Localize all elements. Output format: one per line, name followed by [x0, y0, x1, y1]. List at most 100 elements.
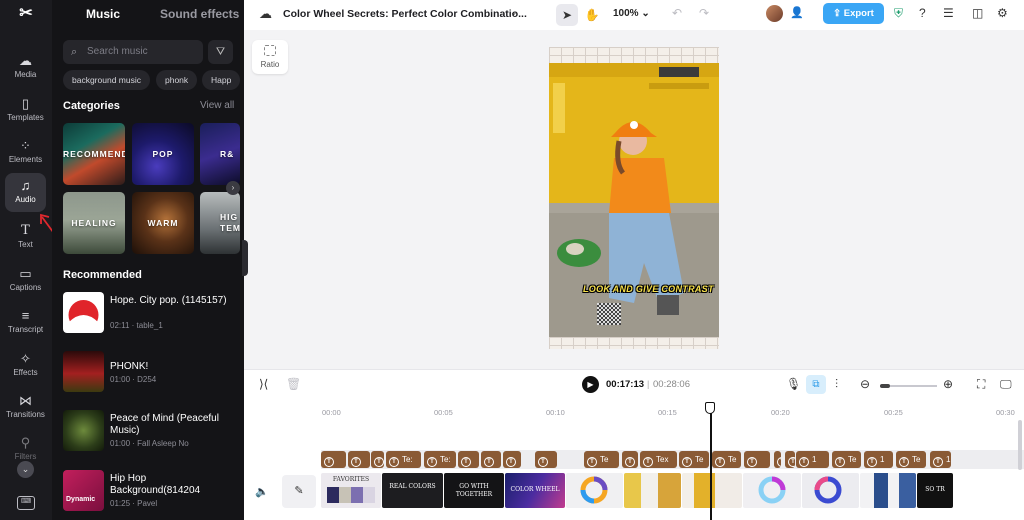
play-button[interactable]: ▶ — [582, 376, 599, 393]
select-pointer-icon[interactable]: ➤ — [556, 4, 578, 26]
avatar[interactable] — [766, 5, 783, 22]
split-view-icon[interactable]: ⫶ — [835, 377, 838, 392]
edit-cover-button[interactable]: ✎ — [282, 475, 316, 508]
tab-music[interactable]: Music — [86, 7, 120, 21]
fullscreen-icon[interactable]: ⛶ — [977, 377, 985, 392]
rail-more-chevron-icon[interactable]: ⌄ — [17, 461, 34, 478]
chip-phonk[interactable]: phonk — [156, 70, 198, 90]
ai-tool-icon[interactable]: ⧉ — [806, 375, 826, 394]
rail-item-media[interactable]: ☁ Media — [5, 48, 46, 88]
playhead[interactable] — [710, 403, 712, 520]
text-clip[interactable]: T Te — [712, 451, 741, 468]
text-clip[interactable]: T Te — [832, 451, 861, 468]
capcut-logo-icon[interactable]: ✂ — [16, 5, 36, 23]
video-clip[interactable] — [624, 473, 681, 508]
search-input[interactable]: ⌕ Search music — [63, 40, 203, 64]
categories-next-chevron-icon[interactable]: › — [226, 181, 240, 195]
video-clip[interactable]: COLOR WHEEL — [505, 473, 565, 508]
stack-icon[interactable]: ☰ — [943, 6, 954, 20]
text-clip[interactable]: T Te: — [386, 451, 421, 468]
video-clip[interactable]: FAVORITES — [321, 473, 381, 508]
timeline[interactable]: 00:00 00:05 00:10 00:15 00:20 00:25 00:3… — [244, 399, 1024, 520]
video-clip[interactable]: REAL COLORS — [382, 473, 443, 508]
category-healing[interactable]: HEALING — [63, 192, 125, 254]
category-high-tempo[interactable]: HIG TEM — [200, 192, 240, 254]
list-item[interactable]: PHONK! 01:00 · D254 — [63, 351, 243, 393]
tab-sound-effects[interactable]: Sound effects — [160, 7, 239, 21]
panel-collapse-handle[interactable] — [242, 240, 248, 276]
text-clip[interactable]: T — [321, 451, 346, 468]
text-clip[interactable]: T Te — [584, 451, 619, 468]
rail-item-transcript[interactable]: ≡ Transcript — [5, 303, 46, 343]
undo-icon[interactable]: ↶ — [672, 6, 682, 20]
rail-item-transitions[interactable]: ⋈ Transitions — [5, 388, 46, 428]
layout-icon[interactable]: ◫ — [972, 6, 983, 20]
view-all-link[interactable]: View all — [200, 100, 234, 111]
export-button[interactable]: ⇪ Export — [823, 3, 884, 24]
rail-item-effects[interactable]: ✧ Effects — [5, 346, 46, 386]
category-pop[interactable]: POP — [132, 123, 194, 185]
split-icon[interactable]: ⟩⟨ — [259, 377, 268, 391]
project-title[interactable]: Color Wheel Secrets: Perfect Color Combi… — [283, 8, 527, 20]
delete-icon[interactable]: 🗑 — [286, 377, 301, 391]
category-warm[interactable]: WARM — [132, 192, 194, 254]
text-clip[interactable]: T Te — [896, 451, 926, 468]
caption-overlay[interactable]: LOOK AND GIVE CONTRAST — [583, 284, 714, 294]
text-clip[interactable]: T — [744, 451, 770, 468]
text-clip[interactable]: T — [785, 451, 795, 468]
video-clip[interactable] — [566, 473, 623, 508]
list-item[interactable]: Dynamic Hip Hop Background(814204 01:25 … — [63, 470, 243, 512]
timeline-scrollbar[interactable] — [1018, 420, 1022, 470]
shield-icon[interactable]: ⛨ — [894, 6, 903, 21]
video-clip[interactable] — [860, 473, 916, 508]
microphone-icon[interactable]: 🎙 — [786, 377, 801, 391]
video-clip[interactable] — [743, 473, 801, 508]
rail-item-captions[interactable]: ▭ Captions — [5, 261, 46, 301]
redo-icon[interactable]: ↷ — [699, 6, 709, 20]
list-item[interactable]: Hope. City pop. (1145157) 02:11 · table_… — [63, 292, 243, 334]
zoom-slider-handle[interactable] — [880, 384, 890, 388]
zoom-out-icon[interactable]: ⊖ — [860, 377, 870, 391]
text-clip[interactable]: T Te — [679, 451, 709, 468]
playhead-handle[interactable] — [705, 402, 715, 414]
filter-button[interactable]: ⛛ — [208, 40, 233, 64]
text-clip[interactable]: T — [481, 451, 501, 468]
text-clip[interactable]: T — [503, 451, 521, 468]
chevron-down-icon[interactable]: ⌄ — [510, 7, 518, 18]
text-clip[interactable]: T — [774, 451, 781, 468]
text-clip[interactable]: T — [371, 451, 384, 468]
chip-happ[interactable]: Happ — [202, 70, 241, 90]
gear-icon[interactable]: ⚙ — [997, 6, 1008, 20]
help-icon[interactable]: ? — [919, 6, 926, 20]
keyboard-shortcuts-icon[interactable]: ⌨ — [17, 496, 35, 510]
video-clip[interactable] — [682, 473, 742, 508]
rail-item-templates[interactable]: ▯ Templates — [5, 91, 46, 131]
category-rnb[interactable]: R& — [200, 123, 240, 185]
video-clip[interactable]: SO TR — [917, 473, 953, 508]
chip-background-music[interactable]: background music — [63, 70, 150, 90]
text-clip[interactable]: T1 — [864, 451, 893, 468]
text-clip[interactable]: T — [535, 451, 557, 468]
text-clip[interactable]: T1 — [796, 451, 829, 468]
text-clip[interactable]: T — [622, 451, 638, 468]
rail-item-audio[interactable]: ♫ Audio — [5, 173, 46, 212]
video-clip[interactable] — [802, 473, 859, 508]
rail-item-elements[interactable]: ⁘ Elements — [5, 133, 46, 173]
list-item[interactable]: Peace of Mind (Peaceful Music) 01:00 · F… — [63, 410, 243, 452]
text-clip[interactable]: T Tex — [640, 451, 677, 468]
text-clip[interactable]: T1 — [930, 451, 951, 468]
text-clip[interactable]: T Te: — [424, 451, 456, 468]
cloud-save-icon[interactable]: ☁ — [259, 6, 272, 22]
zoom-in-icon[interactable]: ⊕ — [943, 377, 953, 391]
video-preview[interactable]: LOOK AND GIVE CONTRAST — [549, 47, 719, 349]
add-user-icon[interactable]: 👤 — [790, 6, 804, 19]
text-clip[interactable]: T — [348, 451, 370, 468]
hand-pan-icon[interactable]: ✋ — [581, 4, 603, 26]
text-clip[interactable]: T — [458, 451, 479, 468]
speaker-volume-icon[interactable]: 🔈 — [255, 485, 269, 498]
category-recommend[interactable]: RECOMMEND — [63, 123, 125, 185]
ratio-button[interactable]: Ratio — [252, 40, 288, 74]
monitor-icon[interactable]: 🖵 — [1000, 377, 1012, 392]
video-clip[interactable]: GO WITH TOGETHER — [444, 473, 504, 508]
zoom-level-dropdown[interactable]: 100% ⌄ — [613, 8, 650, 19]
